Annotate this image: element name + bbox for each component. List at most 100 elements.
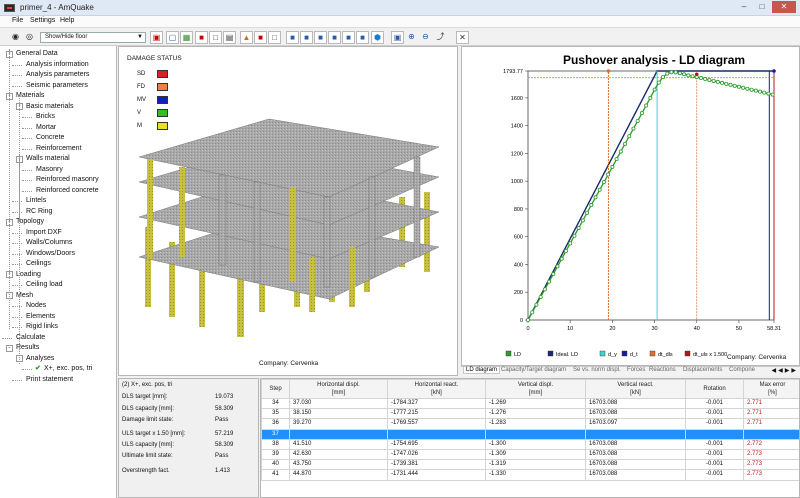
table-cell: 40 xyxy=(261,459,290,471)
column-header[interactable]: Step xyxy=(261,379,290,399)
minimize-icon[interactable]: – xyxy=(736,1,752,13)
table-row[interactable]: 37 40.390 -1762.208 -1.291 16703.088 -0.001 2.… xyxy=(261,428,799,440)
tree-item[interactable]: Nodes xyxy=(26,301,46,311)
column-header[interactable]: Vertical displ. [mm] xyxy=(485,379,586,399)
table-row[interactable]: 39 42.630 -1747.026 -1.309 16703.088 -0.001 2.… xyxy=(261,448,799,461)
table-row[interactable]: 36 39.270 -1769.557 -1.283 16703.097 -0.001 2.… xyxy=(261,418,799,430)
tree-item[interactable]: Elements xyxy=(26,312,55,322)
tab-forces[interactable]: Forces xyxy=(627,367,645,373)
wall-icon[interactable]: ▣ xyxy=(150,31,163,44)
dls-marker xyxy=(606,69,611,73)
tab-displacements[interactable]: Displacements xyxy=(683,367,722,373)
tree-item[interactable]: Reinforced concrete xyxy=(36,186,99,196)
view-top-icon[interactable]: ■ xyxy=(342,31,355,44)
view-front-icon[interactable]: ■ xyxy=(286,31,299,44)
tree-item[interactable]: Walls material xyxy=(26,154,70,164)
tree-item[interactable]: Bricks xyxy=(36,112,55,122)
tab-compone[interactable]: Compone xyxy=(729,367,755,373)
view-iso-icon[interactable]: ⬢ xyxy=(371,31,384,44)
tree-item[interactable]: Concrete xyxy=(36,133,64,143)
ld-point xyxy=(606,172,611,177)
tree-item[interactable]: Print statement xyxy=(26,375,73,385)
tab-capacity-target-diagram[interactable]: Capacity/Target diagram xyxy=(501,367,566,373)
ld-point xyxy=(753,88,758,93)
model-3d-view[interactable]: DAMAGE STATUS SD FD MV V M Company: Cerv… xyxy=(118,46,458,376)
tree-item[interactable]: Calculate xyxy=(16,333,45,343)
solid-view-icon[interactable]: ■ xyxy=(254,31,267,44)
tree-item[interactable]: Analyses xyxy=(26,354,54,364)
chart-legend-swatch xyxy=(599,350,606,357)
tree-item[interactable]: Analysis parameters xyxy=(26,70,89,80)
table-row[interactable]: 41 44.870 -1731.444 -1.330 16703.088 -0.001 2.… xyxy=(261,469,799,481)
tree-item[interactable]: Ceilings xyxy=(26,259,51,269)
menu-file[interactable]: File xyxy=(12,17,23,24)
view-right-icon[interactable]: ■ xyxy=(328,31,341,44)
column-header[interactable]: Vertical react. [kN] xyxy=(585,379,686,399)
view-back-icon[interactable]: ■ xyxy=(300,31,313,44)
maximize-icon[interactable]: □ xyxy=(754,1,770,13)
tab-scroll-icon[interactable]: ◀◀▶▶ xyxy=(772,367,798,374)
column-header[interactable]: Rotation xyxy=(685,379,744,399)
tree-item[interactable]: Reinforced masonry xyxy=(36,175,99,185)
tree-guide xyxy=(19,154,20,364)
table-row[interactable]: 40 43.750 -1739.381 -1.319 16703.088 -0.001 2.… xyxy=(261,459,799,471)
tree-item[interactable]: Reinforcement xyxy=(36,144,82,154)
tab-se-vs-norm-displ[interactable]: Se vs. norm displ. xyxy=(573,367,621,373)
cube-outline-icon[interactable]: □ xyxy=(209,31,222,44)
bulb-icon[interactable]: ◎ xyxy=(23,31,36,44)
column-header[interactable]: Max error [%] xyxy=(743,379,799,399)
tree-item[interactable]: Walls/Columns xyxy=(26,238,72,248)
ld-point xyxy=(656,80,661,85)
x-tick-label: 50 xyxy=(736,326,742,332)
chevron-down-icon: ▼ xyxy=(137,34,143,40)
tree-item[interactable]: Basic materials xyxy=(26,102,73,112)
tree-item[interactable]: X+, exc. pos, tri xyxy=(44,364,92,374)
tree-item[interactable]: Ceiling load xyxy=(26,280,63,290)
zoom-in-icon[interactable]: ⊕ xyxy=(405,31,418,44)
column-header[interactable]: Horizontal displ. [mm] xyxy=(289,379,388,399)
tree-item[interactable]: Lintels xyxy=(26,196,46,206)
table-row[interactable]: 38 41.510 -1754.695 -1.300 16703.088 -0.001 2.… xyxy=(261,438,799,450)
cube-red-icon[interactable]: ■ xyxy=(195,31,208,44)
ld-point xyxy=(703,77,708,82)
grid-icon[interactable]: ▦ xyxy=(180,31,193,44)
menu-help[interactable]: Help xyxy=(60,17,74,24)
zoom-out-icon[interactable]: ⊖ xyxy=(419,31,432,44)
table-row[interactable]: 34 37.030 -1784.327 -1.269 16703.088 -0.001 2.… xyxy=(261,397,799,410)
close-icon[interactable]: ✕ xyxy=(772,1,796,13)
tree-item[interactable]: Masonry xyxy=(36,165,63,175)
view-bottom-icon[interactable]: ■ xyxy=(356,31,369,44)
tab-reactions[interactable]: Reactions xyxy=(649,367,676,373)
table-cell: 16703.088 xyxy=(585,428,686,440)
wire-view-icon[interactable]: □ xyxy=(268,31,281,44)
tree-item[interactable]: General Data xyxy=(16,49,58,59)
view-left-icon[interactable]: ■ xyxy=(314,31,327,44)
tree-item[interactable]: Topology xyxy=(16,217,44,227)
select-icon[interactable]: ▢ xyxy=(166,31,179,44)
menu-settings[interactable]: Settings xyxy=(30,17,55,24)
layers-icon[interactable]: ▤ xyxy=(223,31,236,44)
chart-icon[interactable]: ▲ xyxy=(240,31,253,44)
table-row[interactable]: 35 38.150 -1777.215 -1.276 16703.088 -0.001 2.… xyxy=(261,408,799,420)
ld-point xyxy=(715,79,720,84)
tree-item[interactable]: Analysis information xyxy=(26,60,89,70)
table-cell: -1.283 xyxy=(485,418,586,430)
tree-item[interactable]: Materials xyxy=(16,91,44,101)
tree-expander-icon[interactable]: - xyxy=(6,344,13,352)
eye-icon[interactable]: ◉ xyxy=(9,31,22,44)
axes-icon[interactable]: ⤴ xyxy=(434,31,447,44)
series-line xyxy=(527,70,774,321)
show-hide-floor-dropdown[interactable]: Show/Hide floor ▼ xyxy=(40,32,146,43)
zoom-fit-icon[interactable]: ▣ xyxy=(391,31,404,44)
tree-item[interactable]: Mortar xyxy=(36,123,56,133)
tab-ld-diagram[interactable]: LD diagram xyxy=(463,367,501,374)
tree-item[interactable]: Import DXF xyxy=(26,228,62,238)
tree-item[interactable]: RC Ring xyxy=(26,207,52,217)
tree-item[interactable]: Windows/Doors xyxy=(26,249,75,259)
chart-legend-label: LD xyxy=(514,352,521,358)
column-header[interactable]: Horizontal react. [kN] xyxy=(387,379,486,399)
tree-item[interactable]: Seismic parameters xyxy=(26,81,88,91)
results-table[interactable]: Step Horizontal displ. [mm] Horizontal reac… xyxy=(260,378,800,498)
tree-item[interactable]: Rigid links xyxy=(26,322,58,332)
crosshair-icon[interactable]: ✕ xyxy=(456,31,469,44)
